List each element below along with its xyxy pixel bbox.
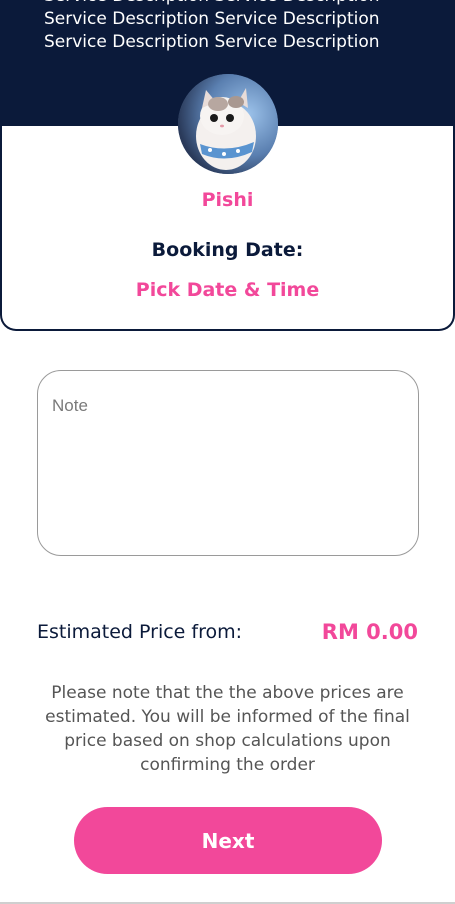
estimated-price-value: RM 0.00: [321, 620, 418, 644]
service-description-line: Service Description Service Description: [44, 9, 380, 29]
pick-date-time-button[interactable]: Pick Date & Time: [0, 279, 455, 301]
booking-date-label: Booking Date:: [151, 239, 304, 261]
service-description-line: Service Description Service Description: [44, 32, 380, 52]
estimated-price-label: Estimated Price from:: [37, 621, 243, 643]
pet-name: Pishi: [201, 189, 254, 211]
service-description-line: Service Description Service Description: [44, 0, 424, 8]
pet-avatar: [178, 74, 278, 174]
next-button[interactable]: Next: [74, 807, 382, 874]
kitten-photo-icon: [178, 74, 278, 174]
note-input[interactable]: [37, 370, 419, 556]
price-disclaimer: Please note that the the above prices ar…: [45, 683, 410, 775]
